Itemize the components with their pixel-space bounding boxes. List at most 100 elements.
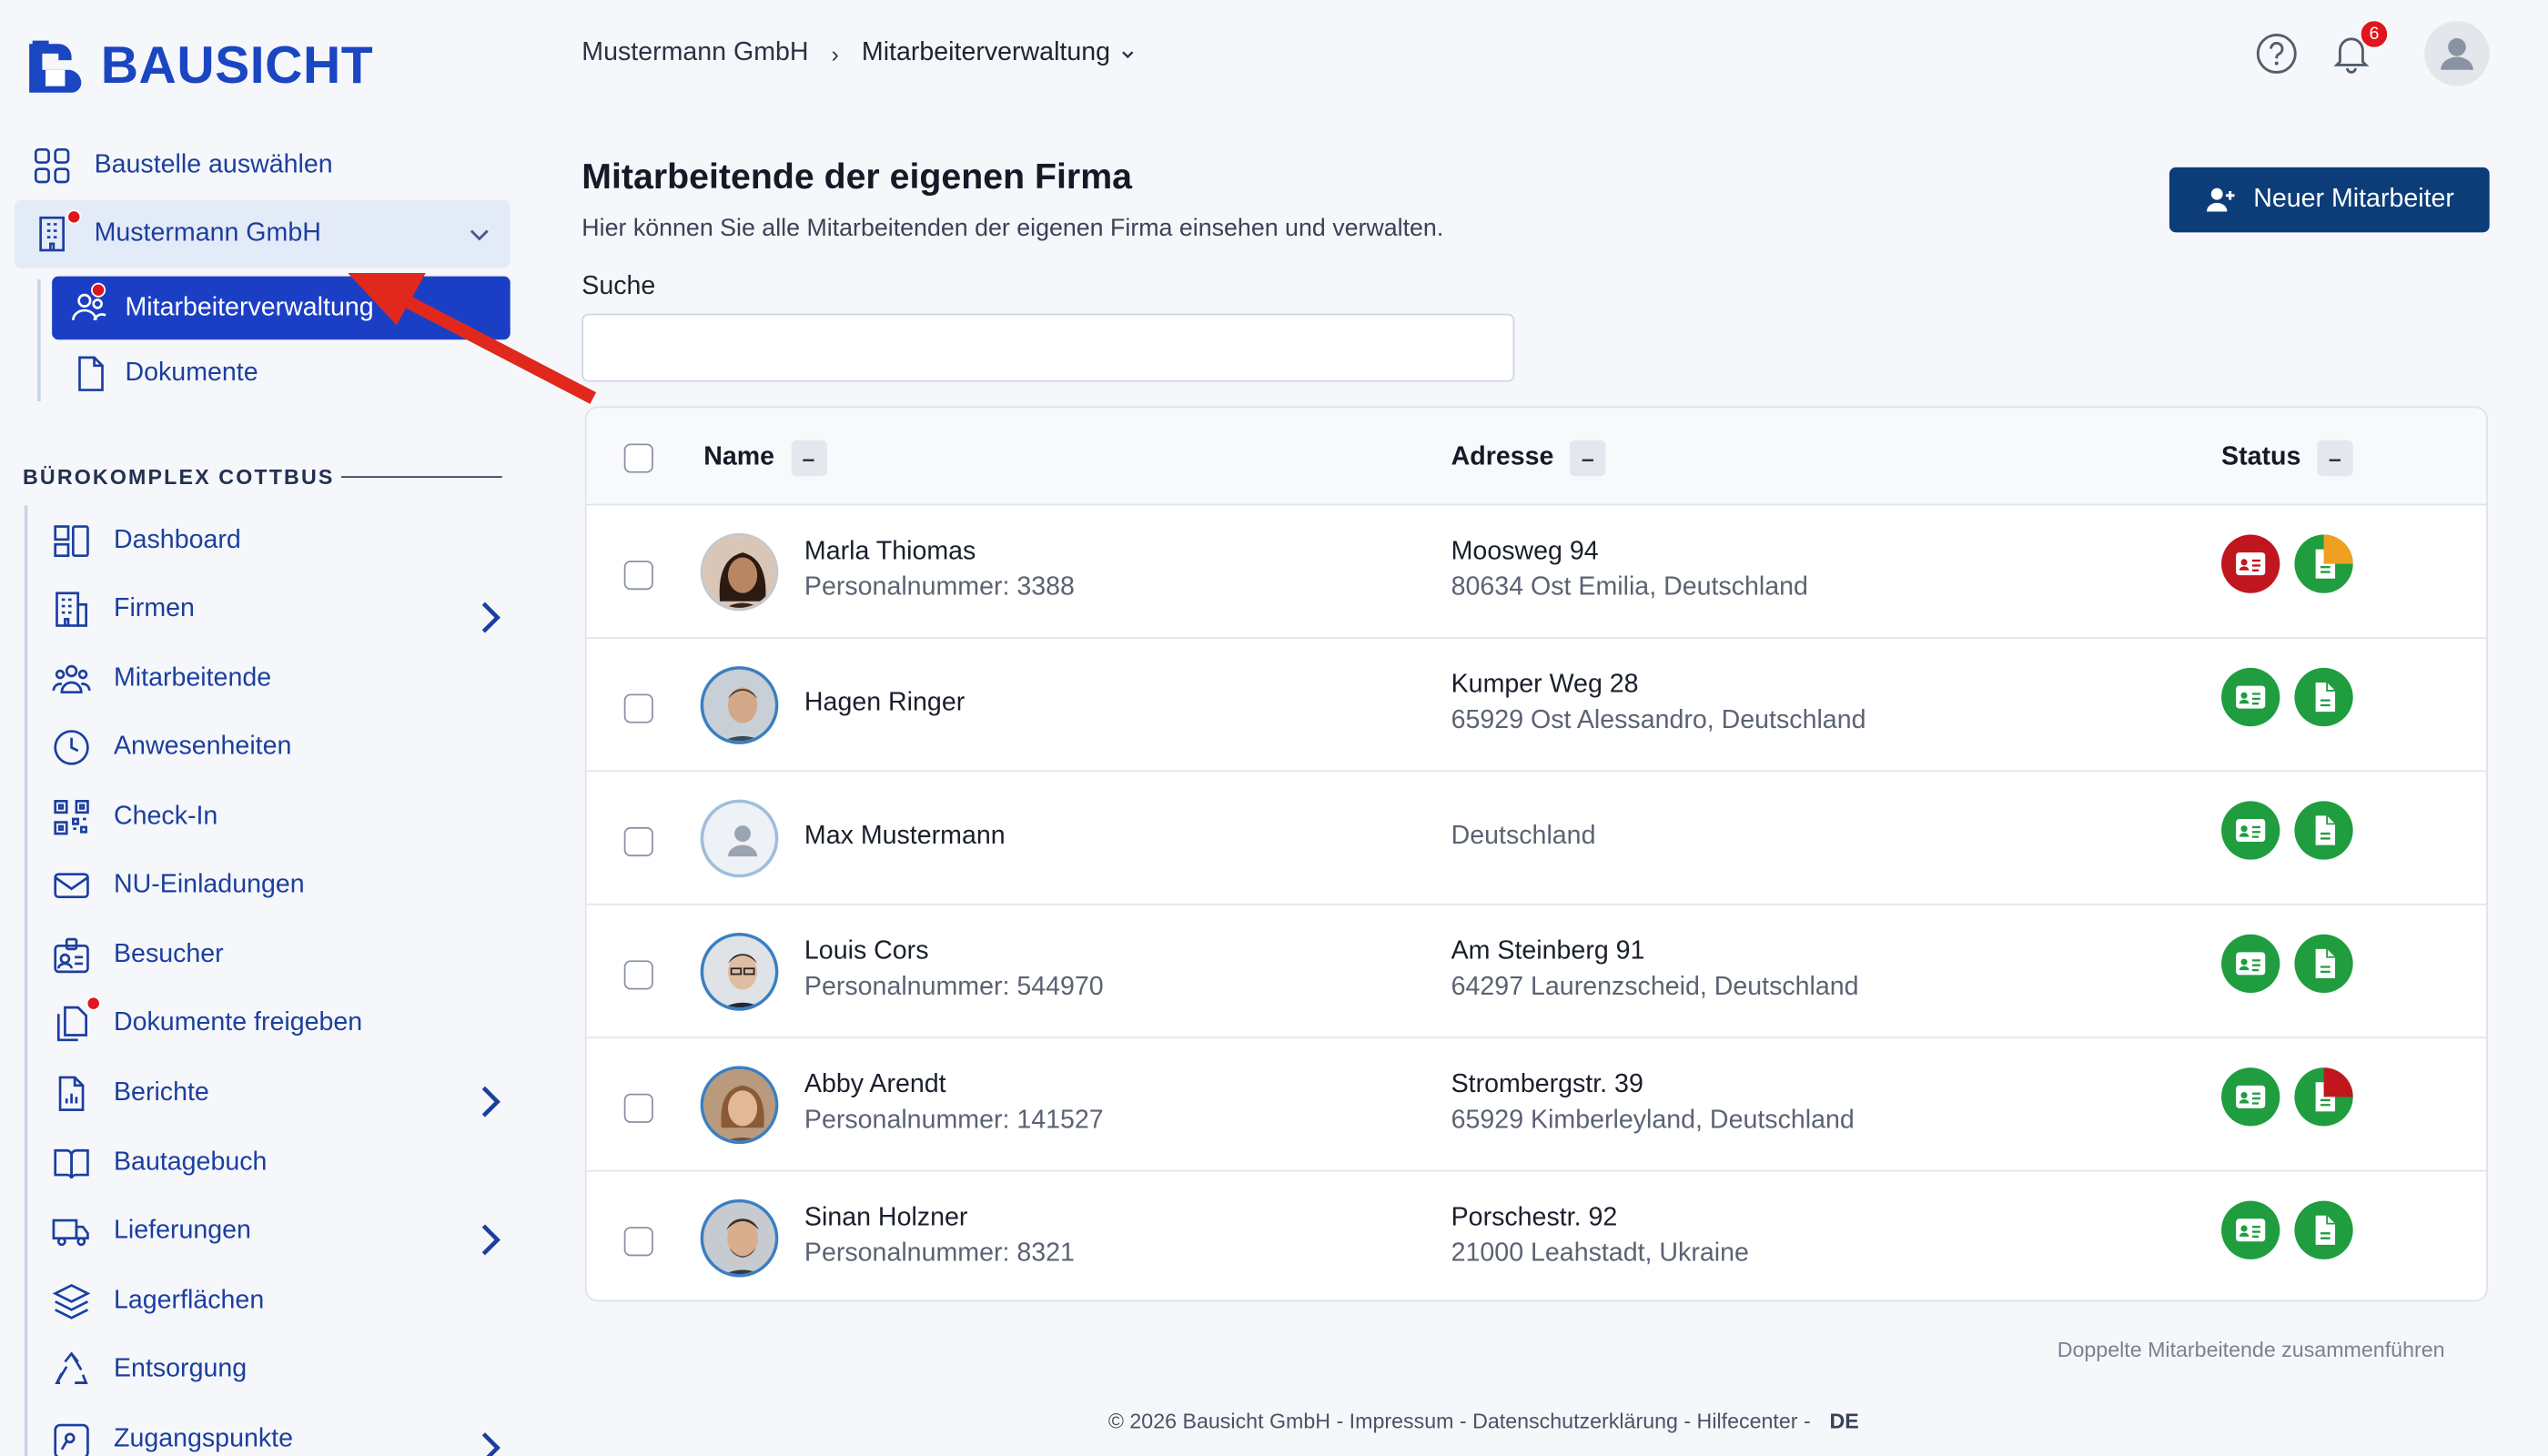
sidebar-item-label: Mitarbeitende [113,664,272,693]
employee-name: Marla Thiomas [804,538,976,566]
merge-duplicates-link[interactable]: Doppelte Mitarbeitende zusammenführen [2058,1338,2445,1362]
employee-name: Louis Cors [804,937,929,966]
table-row[interactable]: Abby Arendt Personalnummer: 141527 Strom… [586,1038,2487,1172]
sidebar-item-besucher[interactable]: Besucher [52,923,507,987]
row-checkbox[interactable] [623,693,653,723]
id-card-status[interactable] [2221,667,2280,727]
document-status[interactable] [2294,1200,2353,1259]
table-row[interactable]: Louis Cors Personalnummer: 544970 Am Ste… [586,905,2487,1039]
sidebar-item-dokumente-freigeben[interactable]: Dokumente freigeben [52,991,507,1056]
id-card-icon [2236,952,2266,976]
select-site-button[interactable]: Baustelle auswählen [33,133,504,197]
sidebar-item-label: Dokumente [125,359,258,387]
id-card-status[interactable] [2221,1067,2280,1127]
sidebar-item-anwesenheiten[interactable]: Anwesenheiten [52,715,507,780]
sidebar-item-label: Anwesenheiten [113,733,292,761]
sidebar-item-label: Entsorgung [113,1355,248,1383]
user-icon [2441,37,2473,70]
employee-name: Abby Arendt [804,1070,946,1099]
employee-address-line1: Kumper Weg 28 [1451,671,1639,699]
company-selector[interactable]: Mustermann GmbH [15,199,511,268]
grid-icon [34,147,70,184]
search-input[interactable] [581,313,1515,382]
sidebar-item-nu-einladungen[interactable]: NU-Einladungen [52,853,507,917]
document-status[interactable] [2294,534,2353,593]
table-row[interactable]: Hagen Ringer Kumper Weg 28 65929 Ost Ale… [586,639,2487,773]
notification-dot [90,282,106,298]
id-card-status[interactable] [2221,534,2280,593]
id-card-status[interactable] [2221,934,2280,994]
select-site-label: Baustelle auswählen [94,151,333,179]
sidebar-item-lagerflaechen[interactable]: Lagerflächen [52,1269,507,1334]
footer-text[interactable]: © 2026 Bausicht GmbH - Impressum - Daten… [1108,1409,1811,1433]
sort-address-button[interactable]: – [1570,440,1606,477]
sidebar-item-label: Lagerflächen [113,1287,265,1315]
sidebar-item-zugangspunkte[interactable]: Zugangspunkte [52,1407,507,1456]
table-row[interactable]: Max Mustermann Deutschland [586,772,2487,905]
row-checkbox[interactable] [623,1093,653,1123]
document-icon [2315,534,2353,579]
breadcrumb-company[interactable]: Mustermann GmbH [581,39,808,68]
new-employee-label: Neuer Mitarbeiter [2253,185,2454,213]
id-card-status[interactable] [2221,1200,2280,1259]
sidebar-item-entsorgung[interactable]: Entsorgung [52,1338,507,1402]
placeholder-user-icon [727,825,758,857]
notification-count-badge: 6 [2359,19,2389,49]
employee-address-line1: Strombergstr. 39 [1451,1070,1643,1099]
document-status[interactable] [2294,1067,2353,1127]
document-icon [2315,1067,2353,1112]
employee-address-line2: 21000 Leahstadt, Ukraine [1451,1239,1749,1268]
notification-dot [86,996,101,1011]
users-icon [52,664,91,694]
document-status[interactable] [2294,667,2353,727]
sidebar-item-label: Dokumente freigeben [113,1008,363,1037]
id-card-icon [2236,685,2266,709]
page-title: Mitarbeitende der eigenen Firma [581,156,1132,197]
chevron-down-icon[interactable] [468,223,490,246]
sidebar-item-lieferungen[interactable]: Lieferungen [52,1199,507,1264]
person-photo-icon [703,536,775,608]
document-status[interactable] [2294,934,2353,994]
employee-name: Hagen Ringer [804,689,966,717]
section-title: BÜROKOMPLEX COTTBUS [22,464,335,490]
breadcrumb: Mustermann GmbH › Mitarbeiterverwaltung [581,39,1136,68]
breadcrumb-current[interactable]: Mitarbeiterverwaltung [862,39,1110,68]
row-checkbox[interactable] [623,960,653,990]
row-checkbox[interactable] [623,1227,653,1257]
row-checkbox[interactable] [623,826,653,857]
language-switch[interactable]: DE [1829,1409,1858,1433]
sidebar-item-label: NU-Einladungen [113,871,305,899]
id-card-status[interactable] [2221,801,2280,860]
table-row[interactable]: Marla Thiomas Personalnummer: 3388 Moosw… [586,505,2487,639]
sidebar-item-berichte[interactable]: Berichte [52,1061,507,1126]
row-checkbox[interactable] [623,561,653,591]
sort-status-button[interactable]: – [2317,440,2353,477]
footer: © 2026 Bausicht GmbH - Impressum - Daten… [1108,1409,1859,1433]
sidebar-item-bautagebuch[interactable]: Bautagebuch [52,1131,507,1196]
sidebar-item-firmen[interactable]: Firmen [52,577,507,642]
brand-logo[interactable]: BAUSICHT [26,35,374,96]
table-row[interactable]: Sinan Holzner Personalnummer: 8321 Porsc… [587,1171,2486,1299]
documents-icon [56,1006,87,1042]
employee-address-line1: Am Steinberg 91 [1451,937,1645,966]
help-icon[interactable] [2254,31,2300,76]
document-status[interactable] [2294,801,2353,860]
envelope-icon [54,873,89,899]
avatar [700,799,779,878]
sidebar-item-dashboard[interactable]: Dashboard [52,509,507,573]
sidebar-item-mitarbeitende[interactable]: Mitarbeitende [52,647,507,712]
document-icon [2315,948,2336,978]
key-icon [54,1423,89,1456]
chevron-down-icon[interactable] [1120,46,1137,62]
sidebar-item-check-in[interactable]: Check-In [52,784,507,849]
person-photo-icon [703,669,775,742]
chevron-right-icon [481,602,500,633]
employee-address-line2: 65929 Kimberleyland, Deutschland [1451,1107,1855,1135]
sort-name-button[interactable]: – [790,440,827,477]
chevron-right-icon [481,1432,500,1456]
employee-pnr: Personalnummer: 544970 [804,973,1104,1001]
new-employee-button[interactable]: Neuer Mitarbeiter [2169,167,2490,233]
select-all-checkbox[interactable] [623,443,653,473]
dashboard-icon [54,525,89,558]
user-avatar[interactable] [2424,21,2490,86]
